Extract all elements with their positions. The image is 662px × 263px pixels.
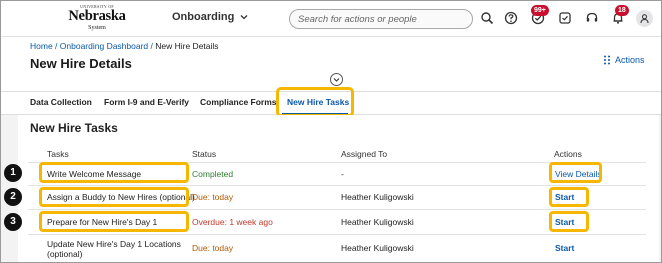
task-status: Due: today [192,192,234,202]
chevron-down-icon [333,78,340,82]
column-header-assigned-to: Assigned To [341,149,388,159]
search-icon[interactable] [480,11,494,25]
page-header: Home / Onboarding Dashboard / New Hire D… [1,37,661,91]
approvals-badge: 99+ [531,5,549,16]
notifications-badge: 18 [615,5,629,16]
highlight-task-3 [39,211,189,232]
breadcrumb-home-link[interactable]: Home [30,41,53,51]
callout-number: 2 [4,188,22,206]
column-header-tasks: Tasks [47,149,69,159]
dots-grid-icon [604,55,610,65]
column-header-actions: Actions [554,149,582,159]
logo-wordmark: Nebraska [68,8,126,24]
collapse-header-button[interactable] [330,73,343,86]
actions-label: Actions [615,55,645,65]
highlight-new-hire-tasks-tab [276,87,354,117]
tab-data-collection[interactable]: Data Collection [30,97,92,107]
breadcrumb-dashboard-link[interactable]: Onboarding Dashboard [60,41,148,51]
task-assignee: Heather Kuligowski [341,217,414,227]
highlight-start-3 [549,211,589,232]
page-title: New Hire Details [30,56,132,71]
help-icon[interactable] [504,11,518,25]
breadcrumb-current: New Hire Details [155,41,219,51]
start-task-button[interactable]: Start [555,243,574,253]
breadcrumb: Home / Onboarding Dashboard / New Hire D… [30,41,219,51]
module-menu[interactable]: Onboarding [172,11,249,23]
row-divider [28,234,646,235]
task-name: Update New Hire's Day 1 Locations (optio… [47,239,181,259]
highlight-task-1 [39,162,189,183]
callout-number: 1 [4,164,22,182]
tab-compliance-forms[interactable]: Compliance Forms [200,97,277,107]
breadcrumb-separator: / [52,41,60,51]
column-header-status: Status [192,149,217,159]
support-icon[interactable] [585,11,599,25]
row-divider [28,209,646,210]
highlight-start-2 [549,187,589,207]
task-status: Due: today [192,243,234,253]
callout-number: 3 [4,213,22,231]
nebraska-logo[interactable]: UNIVERSITY OF Nebraska System [67,4,127,34]
tasks-icon[interactable] [558,11,572,25]
task-status: Completed [192,169,234,179]
avatar[interactable] [636,10,653,27]
search-input[interactable]: Search for actions or people [289,9,473,29]
user-icon [640,14,649,24]
top-bar: UNIVERSITY OF Nebraska System Onboarding… [1,1,661,37]
task-status: Overdue: 1 week ago [192,217,273,227]
highlight-task-2 [39,187,189,207]
tab-form-i9-everify[interactable]: Form I-9 and E-Verify [104,97,189,107]
task-assignee: - [341,169,344,179]
app-frame: UNIVERSITY OF Nebraska System Onboarding… [0,0,662,263]
actions-button[interactable]: Actions [603,55,645,65]
module-menu-label: Onboarding [172,11,235,23]
chevron-down-icon [240,15,248,20]
task-assignee: Heather Kuligowski [341,192,414,202]
logo-subtitle: System [88,25,106,31]
task-assignee: Heather Kuligowski [341,243,414,253]
search-placeholder: Search for actions or people [298,14,417,25]
highlight-view-details [549,162,602,183]
row-divider [28,185,646,186]
section-title: New Hire Tasks [30,121,118,135]
